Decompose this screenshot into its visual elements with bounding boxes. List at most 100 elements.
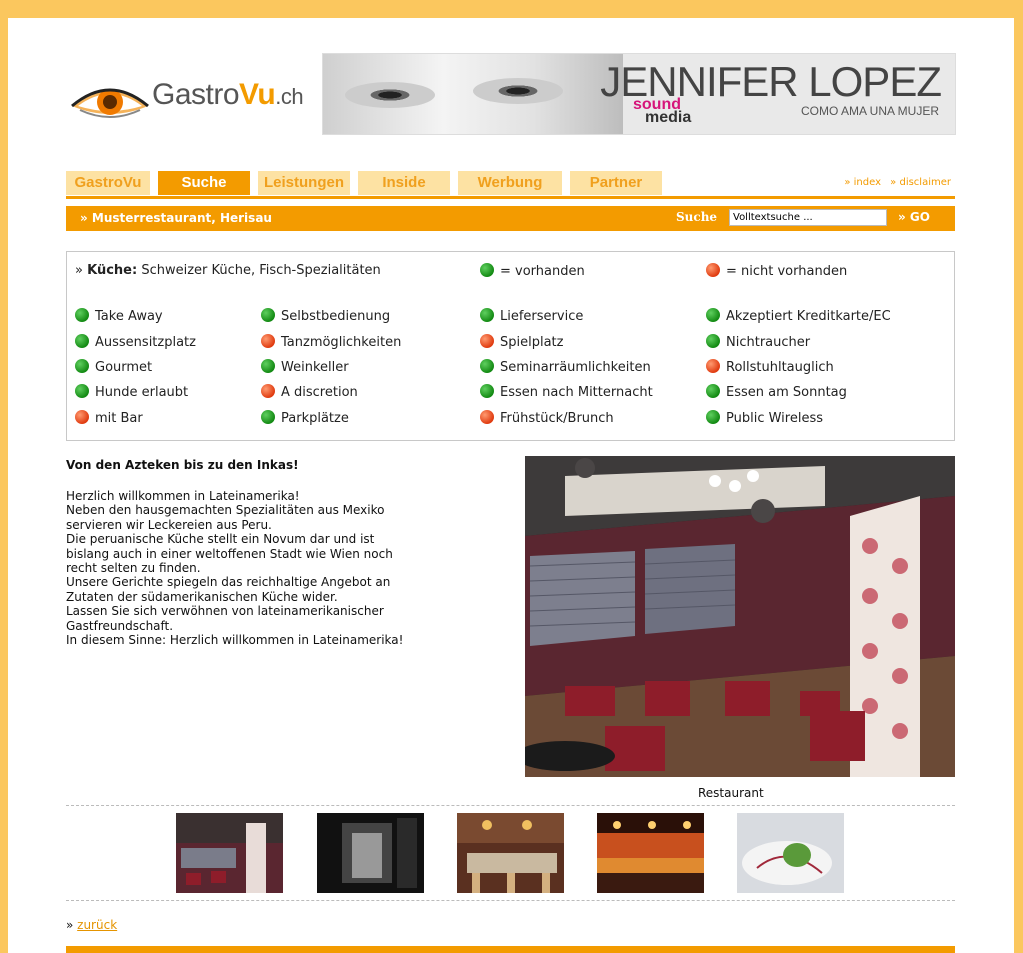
top-links: » index » disclaimer [838,177,951,188]
green-dot-icon [261,359,275,373]
sound-media-logo: sound media [633,96,692,126]
feature-item: Gourmet [75,359,152,375]
tab-gastrovu[interactable]: GastroVu [66,171,150,195]
red-dot-icon [706,263,720,277]
content-line: Gastfreundschaft. [66,618,174,633]
tab-inside[interactable]: Inside [358,171,450,195]
feature-label: mit Bar [95,411,143,426]
green-dot-icon [706,410,720,424]
thumbnail-3[interactable] [457,813,564,893]
feature-item: mit Bar [75,410,143,426]
green-dot-icon [261,410,275,424]
feature-item: Nichtraucher [706,334,810,350]
feature-item: Spielplatz [480,334,563,350]
feature-label: Rollstuhltauglich [726,360,834,375]
feature-item: Essen am Sonntag [706,384,847,400]
footer-bar [66,946,955,953]
kueche-info: » Küche: Schweizer Küche, Fisch-Speziali… [75,263,381,278]
green-dot-icon [75,384,89,398]
content-line: Herzlich willkommen in Lateinamerika! [66,489,300,503]
red-dot-icon [480,410,494,424]
banner-ad[interactable]: JENNIFER LOPEZ COMO AMA UNA MUJER sound … [322,53,956,135]
feature-label: Take Away [95,309,163,324]
thumbnail-2[interactable] [317,813,424,893]
green-dot-icon [706,308,720,322]
content-title: Von den Azteken bis zu den Inkas! [66,458,299,472]
thumbnail-1[interactable] [176,813,283,893]
gastrovu-logo[interactable]: GastroVu.ch [70,78,320,120]
restaurant-main-image[interactable] [525,456,955,777]
banner-face-image [323,54,623,134]
logo-text: GastroVu.ch [152,78,304,111]
feature-label: Nichtraucher [726,335,811,350]
green-dot-icon [706,384,720,398]
feature-item: Frühstück/Brunch [480,410,614,426]
main-nav: GastroVu Suche Leistungen Inside Werbung… [66,171,662,195]
feature-label: Akzeptiert Kreditkarte/EC [726,309,891,324]
red-dot-icon [706,359,720,373]
disclaimer-link[interactable]: » disclaimer [890,177,951,188]
tab-leistungen[interactable]: Leistungen [258,171,350,195]
red-dot-icon [480,334,494,348]
feature-item: Akzeptiert Kreditkarte/EC [706,308,891,324]
banner-subtitle: COMO AMA UNA MUJER [800,104,939,118]
feature-item: Public Wireless [706,410,823,426]
feature-label: Hunde erlaubt [95,385,189,400]
thumbnail-4[interactable] [597,813,704,893]
content-text: Herzlich willkommen in Lateinamerika! Neb… [66,489,486,647]
eye-logo-icon [71,88,149,118]
green-dot-icon [480,263,494,277]
feature-item: Parkplätze [261,410,349,426]
feature-label: Seminarräumlichkeiten [500,360,651,375]
feature-item: Seminarräumlichkeiten [480,359,651,375]
back-link[interactable]: zurück [77,918,117,932]
feature-label: Lieferservice [500,309,584,324]
feature-label: Tanzmöglichkeiten [281,335,402,350]
tab-werbung[interactable]: Werbung [458,171,562,195]
divider [66,900,955,901]
content-line: bislang auch in einer weltoffenen Stadt … [66,546,393,561]
feature-item: Hunde erlaubt [75,384,188,400]
image-caption: Restaurant [698,786,764,800]
content-line: Lassen Sie sich verwöhnen von lateinamer… [66,604,384,619]
legend-available: = vorhanden [480,263,585,279]
feature-label: Gourmet [95,360,153,375]
tab-suche[interactable]: Suche [158,171,250,195]
feature-label: Essen am Sonntag [726,385,847,400]
feature-item: Selbstbedienung [261,308,390,324]
back-link-container: » zurück [66,918,118,932]
go-button[interactable]: » GO [898,210,930,224]
content-line: Zutaten der südamerikanischen Küche wide… [66,589,338,604]
feature-label: A discretion [281,385,358,400]
feature-label: Public Wireless [726,411,823,426]
nav-underline [66,196,955,199]
legend-unavailable: = nicht vorhanden [706,263,847,279]
feature-label: Aussensitzplatz [95,335,196,350]
feature-label: Selbstbedienung [281,309,391,324]
content-line: Neben den hausgemachten Spezialitäten au… [66,503,385,518]
feature-item: A discretion [261,384,358,400]
green-dot-icon [75,308,89,322]
divider [66,805,955,806]
green-dot-icon [75,359,89,373]
red-dot-icon [261,334,275,348]
feature-label: Weinkeller [281,360,349,375]
green-dot-icon [480,384,494,398]
green-dot-icon [75,334,89,348]
feature-item: Tanzmöglichkeiten [261,334,401,350]
feature-item: Lieferservice [480,308,583,324]
feature-item: Aussensitzplatz [75,334,196,350]
content-line: recht selten zu finden. [66,561,201,576]
search-label: Suche [676,210,718,224]
feature-label: Spielplatz [500,335,564,350]
thumbnail-5[interactable] [737,813,844,893]
red-dot-icon [75,410,89,424]
breadcrumb: » Musterrestaurant, Herisau [80,211,272,225]
content-line: Unsere Gerichte spiegeln das reichhaltig… [66,575,391,590]
search-input[interactable] [729,209,887,226]
feature-label: Essen nach Mitternacht [500,385,653,400]
green-dot-icon [480,359,494,373]
index-link[interactable]: » index [844,177,881,188]
features-box: » Küche: Schweizer Küche, Fisch-Speziali… [66,251,955,441]
tab-partner[interactable]: Partner [570,171,662,195]
